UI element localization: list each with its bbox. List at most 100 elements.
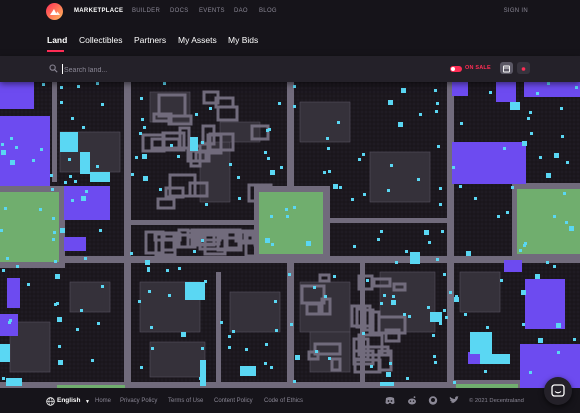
on-sale-parcel [560,107,563,110]
on-sale-parcel [80,309,83,312]
on-sale-parcel [170,144,173,147]
on-sale-parcel [554,153,559,158]
tab-partners[interactable]: Partners [134,35,166,45]
on-sale-parcel [74,180,77,183]
on-sale-parcel [538,338,543,343]
on-sale-parcel [238,197,241,200]
on-sale-parcel [60,86,63,89]
sign-in-link[interactable]: SIGN IN [504,8,528,14]
on-sale-parcel [85,190,88,193]
on-sale-parcel [145,260,150,265]
tab-land[interactable]: Land [47,35,67,45]
on-sale-parcel [389,362,392,365]
reddit-icon[interactable] [407,396,417,405]
tab-my-bids[interactable]: My Bids [228,35,258,45]
tab-my-assets[interactable]: My Assets [178,35,217,45]
on-sale-parcel [435,110,438,113]
twitter-icon[interactable] [449,396,459,405]
on-sale-parcel [530,132,533,135]
chevron-down-icon[interactable]: ▼ [85,399,90,405]
on-sale-parcel [2,377,5,380]
footer-link-home[interactable]: Home [95,398,111,404]
on-sale-parcel [484,370,487,373]
estate-parcel [149,341,206,378]
on-sale-parcel [575,86,578,89]
on-sale-parcel [460,122,463,125]
on-sale-parcel [439,187,442,190]
on-sale-parcel [285,208,288,211]
language-selector[interactable]: English [57,397,80,404]
discord-icon[interactable] [385,396,395,405]
on-sale-parcel [159,188,162,191]
on-sale-parcel [362,153,365,156]
decentraland-logo[interactable] [46,3,63,20]
on-sale-parcel [497,215,500,218]
estate-parcel [379,271,436,333]
on-sale-parcel [377,238,380,241]
on-sale-parcel [71,117,74,120]
on-sale-parcel [58,360,63,365]
on-sale-parcel [434,89,437,92]
nav-marketplace[interactable]: MARKETPLACE [74,8,123,14]
on-sale-parcel [306,241,311,246]
nav-builder[interactable]: BUILDER [132,8,160,14]
on-sale-parcel [358,158,361,161]
on-sale-parcel [445,316,448,319]
chat-support-button[interactable] [544,377,572,405]
on-sale-parcel [264,151,267,154]
on-sale-parcel [201,347,204,350]
on-sale-parcel [474,197,477,200]
on-sale-parcel [166,269,169,272]
map-view-button[interactable] [500,62,513,74]
on-sale-parcel [454,297,459,302]
on-sale-parcel [142,154,147,159]
on-sale-parcel [168,294,171,297]
map-view-icon [503,65,510,73]
footer-link-code-of-ethics[interactable]: Code of Ethics [264,398,303,404]
search-input[interactable] [62,62,266,78]
on-sale-parcel [140,366,143,369]
tab-collectibles[interactable]: Collectibles [79,35,122,45]
footer-link-terms[interactable]: Terms of Use [168,398,203,404]
on-sale-parcel [380,382,394,386]
on-sale-parcel [177,155,180,158]
footer-link-content-policy[interactable]: Content Policy [214,398,253,404]
on-sale-parcel [274,300,277,303]
nav-docs[interactable]: DOCS [170,8,189,14]
on-sale-parcel [443,309,446,312]
on-sale-parcel [150,326,153,329]
on-sale-parcel [293,105,296,108]
on-sale-parcel [480,354,510,364]
list-view-button[interactable] [517,62,530,74]
on-sale-parcel [52,238,55,241]
on-sale-toggle[interactable] [450,66,462,72]
on-sale-parcel [452,166,455,169]
on-sale-parcel [51,188,54,191]
land-atlas-map[interactable] [0,82,580,388]
nav-blog[interactable]: BLOG [259,8,277,14]
on-sale-parcel [229,163,232,166]
on-sale-parcel [140,97,143,100]
on-sale-parcel [148,290,151,293]
atlas-canvas[interactable] [0,82,580,388]
on-sale-parcel [201,239,204,242]
on-sale-parcel [464,313,467,316]
on-sale-parcel [328,357,331,360]
nav-dao[interactable]: DAO [234,8,248,14]
on-sale-parcel [566,161,569,164]
github-icon[interactable] [428,396,438,405]
on-sale-parcel [201,141,204,144]
on-sale-parcel [10,160,15,165]
on-sale-parcel [99,229,102,232]
on-sale-parcel [69,175,72,178]
on-sale-parcel [500,279,503,282]
on-sale-parcel [401,88,406,93]
on-sale-parcel [97,322,100,325]
footer-link-privacy[interactable]: Privacy Policy [120,398,157,404]
on-sale-parcel [380,302,383,305]
on-sale-parcel [264,362,267,365]
on-sale-parcel [522,323,525,326]
on-sale-parcel [71,199,74,202]
on-sale-parcel [510,102,520,110]
nav-events[interactable]: EVENTS [199,8,225,14]
